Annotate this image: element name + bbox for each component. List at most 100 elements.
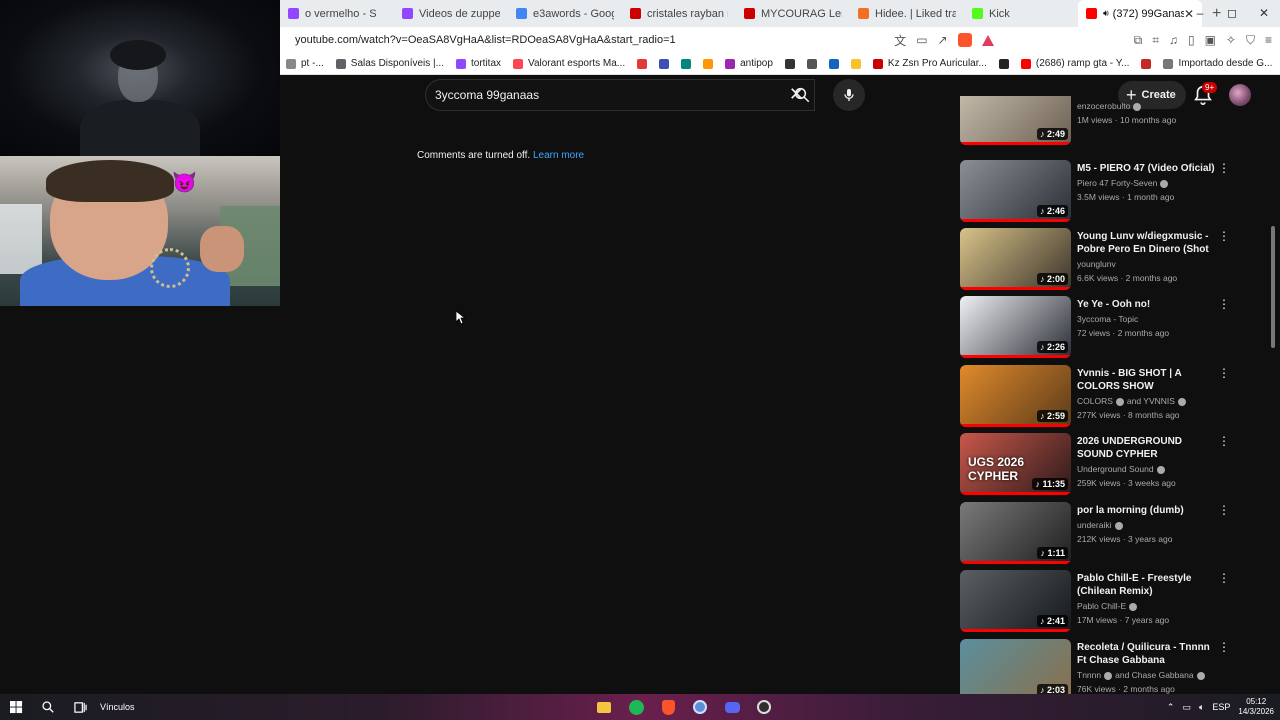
channel-name[interactable]: Piero 47 Forty-Seven bbox=[1077, 178, 1157, 188]
minimize-button[interactable]: – bbox=[1184, 0, 1216, 27]
bookmark-item[interactable] bbox=[993, 58, 1015, 69]
wallet-icon[interactable]: ▣ bbox=[1205, 33, 1216, 47]
bookmark-item[interactable]: pt -... bbox=[280, 58, 330, 69]
bookmark-item[interactable] bbox=[801, 58, 823, 69]
video-title[interactable]: Young Lunv w/diegxmusic - Pobre Pero En … bbox=[1077, 230, 1217, 256]
bookmark-item[interactable]: Salas Disponíveis |... bbox=[330, 58, 450, 69]
close-window-button[interactable]: ✕ bbox=[1248, 0, 1280, 27]
video-title[interactable]: 2026 UNDERGROUND SOUND CYPHER bbox=[1077, 435, 1217, 461]
video-title[interactable]: (Letra) bbox=[1077, 96, 1217, 98]
video-thumbnail[interactable]: ♪ 2:00 bbox=[960, 228, 1071, 290]
more-options-icon[interactable]: ⋮ bbox=[1218, 504, 1230, 517]
taskbar-search-button[interactable] bbox=[32, 694, 64, 720]
browser-tab[interactable]: Hidee. | Liked tracks o bbox=[850, 0, 964, 27]
obs-button[interactable] bbox=[748, 694, 780, 720]
browser-tab[interactable]: o vermelho - S bbox=[280, 0, 394, 27]
video-thumbnail[interactable]: ♪ 2:49 bbox=[960, 96, 1071, 145]
video-thumbnail[interactable]: ♪ 2:59 bbox=[960, 365, 1071, 427]
bookmark-item[interactable]: Kz Zsn Pro Auricular... bbox=[867, 58, 993, 69]
more-options-icon[interactable]: ⋮ bbox=[1218, 367, 1230, 380]
more-options-icon[interactable]: ⋮ bbox=[1218, 641, 1230, 654]
network-icon[interactable]: ▭ bbox=[1182, 702, 1191, 713]
related-video-item[interactable]: ♪ 2:49 (Letra) enzocerobulto 1M views · 10 … bbox=[960, 96, 1260, 149]
sidebar-icon[interactable]: ▯ bbox=[1188, 33, 1195, 47]
brave-browser-button[interactable] bbox=[652, 694, 684, 720]
bookmark-item[interactable] bbox=[631, 58, 653, 69]
channel-name[interactable]: Underground Sound bbox=[1077, 464, 1154, 474]
video-title[interactable]: M5 - PIERO 47 (Video Oficial) bbox=[1077, 162, 1217, 175]
channel-name-secondary[interactable]: and Chase Gabbana bbox=[1115, 670, 1193, 680]
more-options-icon[interactable]: ⋮ bbox=[1218, 298, 1230, 311]
video-title[interactable]: Pablo Chill-E - Freestyle (Chilean Remix… bbox=[1077, 572, 1217, 598]
screenshot-icon[interactable]: ⌗ bbox=[1152, 33, 1159, 48]
more-options-icon[interactable]: ⋮ bbox=[1218, 572, 1230, 585]
more-options-icon[interactable]: ⋮ bbox=[1218, 435, 1230, 448]
video-thumbnail[interactable]: ♪ 1:11 bbox=[960, 502, 1071, 564]
bookmark-item[interactable] bbox=[1135, 58, 1157, 69]
video-title[interactable]: Recoleta / Quilicura - Tnnnn Ft Chase Ga… bbox=[1077, 641, 1217, 667]
volume-icon[interactable]: 🔈︎ bbox=[1199, 702, 1204, 713]
brave-shields-icon[interactable] bbox=[957, 33, 972, 47]
bookmark-item[interactable] bbox=[675, 58, 697, 69]
video-title[interactable]: Yvnnis - BIG SHOT | A COLORS SHOW bbox=[1077, 367, 1217, 393]
related-video-item[interactable]: ♪ 2:00 Young Lunv w/diegxmusic - Pobre Pe… bbox=[960, 228, 1260, 294]
related-video-item[interactable]: ♪ 2:59 Yvnnis - BIG SHOT | A COLORS SHOW C… bbox=[960, 365, 1260, 431]
related-video-item[interactable]: ♪ 2:03 Recoleta / Quilicura - Tnnnn Ft Ch… bbox=[960, 639, 1260, 694]
task-view-button[interactable] bbox=[64, 694, 96, 720]
taskbar-toolbar-label[interactable]: Vínculos bbox=[100, 702, 135, 712]
bookmark-item[interactable] bbox=[845, 58, 867, 69]
language-indicator[interactable]: ESP bbox=[1212, 702, 1230, 712]
translate-icon[interactable]: 文 bbox=[894, 32, 906, 49]
voice-search-button[interactable] bbox=[833, 79, 865, 111]
video-thumbnail[interactable]: ♪ 2:03 bbox=[960, 639, 1071, 694]
search-input[interactable]: 3yccoma 99ganaas ✕ bbox=[425, 79, 815, 111]
channel-name[interactable]: COLORS bbox=[1077, 396, 1113, 406]
channel-name[interactable]: enzocerobulto bbox=[1077, 101, 1130, 111]
channel-name[interactable]: Tnnnn bbox=[1077, 670, 1101, 680]
channel-name-secondary[interactable]: and YVNNIS bbox=[1127, 396, 1175, 406]
channel-name[interactable]: Pablo Chill-E bbox=[1077, 601, 1126, 611]
maximize-button[interactable]: ◻ bbox=[1216, 0, 1248, 27]
url-text[interactable]: youtube.com/watch?v=OeaSA8VgHaA&list=RDO… bbox=[280, 34, 676, 46]
share-icon[interactable]: ↗ bbox=[938, 33, 948, 47]
video-thumbnail[interactable]: ♪ 2:41 bbox=[960, 570, 1071, 632]
video-title[interactable]: Ye Ye - Ooh no! bbox=[1077, 298, 1217, 311]
browser-tab[interactable]: Kick bbox=[964, 0, 1078, 27]
browser-tab[interactable]: cristales rayban meta bbox=[622, 0, 736, 27]
bookmark-item[interactable] bbox=[653, 58, 675, 69]
related-video-item[interactable]: ♪ 2:46 M5 - PIERO 47 (Video Oficial) Piero… bbox=[960, 160, 1260, 226]
related-video-item[interactable]: UGS 2026 CYPHER ♪ 11:35 2026 UNDERGROUND S… bbox=[960, 433, 1260, 499]
more-options-icon[interactable]: ⋮ bbox=[1218, 96, 1230, 98]
app-button[interactable] bbox=[684, 694, 716, 720]
channel-name[interactable]: 3yccoma - Topic bbox=[1077, 314, 1138, 324]
video-title[interactable]: por la morning (dumb) bbox=[1077, 504, 1217, 517]
channel-name[interactable]: underaiki bbox=[1077, 520, 1112, 530]
bookmark-item[interactable] bbox=[697, 58, 719, 69]
brave-rewards-icon[interactable] bbox=[981, 34, 994, 46]
bookmark-item[interactable] bbox=[779, 58, 801, 69]
leo-icon[interactable]: ✧ bbox=[1226, 33, 1236, 47]
bookmark-item[interactable]: tortitax bbox=[450, 58, 507, 69]
audio-playing-icon[interactable]: 🔊︎ bbox=[1103, 8, 1109, 19]
browser-tab[interactable]: Videos de zupperjiro bbox=[394, 0, 508, 27]
browser-tab[interactable]: MYCOURAG Lentes de bbox=[736, 0, 850, 27]
bookmark-item[interactable]: Importado desde G... bbox=[1157, 58, 1278, 69]
vpn-icon[interactable]: ⛉ bbox=[1246, 33, 1255, 48]
page-scrollbar[interactable] bbox=[1271, 226, 1275, 348]
taskbar-clock[interactable]: 05:12 14/3/2026 bbox=[1238, 697, 1274, 717]
related-video-item[interactable]: ♪ 2:41 Pablo Chill-E - Freestyle (Chilean… bbox=[960, 570, 1260, 636]
related-video-item[interactable]: ♪ 2:26 Ye Ye - Ooh no! 3yccoma - Topic 72 v… bbox=[960, 296, 1260, 362]
file-explorer-button[interactable] bbox=[588, 694, 620, 720]
video-thumbnail[interactable]: ♪ 2:46 bbox=[960, 160, 1071, 222]
spotify-button[interactable] bbox=[620, 694, 652, 720]
chevron-up-icon[interactable]: ⌃ bbox=[1167, 702, 1175, 713]
channel-name[interactable]: younglunv bbox=[1077, 259, 1116, 269]
discord-button[interactable] bbox=[716, 694, 748, 720]
bookmark-item[interactable] bbox=[823, 58, 845, 69]
more-options-icon[interactable]: ⋮ bbox=[1218, 162, 1230, 175]
video-thumbnail[interactable]: ♪ 2:26 bbox=[960, 296, 1071, 358]
learn-more-link[interactable]: Learn more bbox=[533, 150, 584, 161]
extensions-icon[interactable]: ⧉ bbox=[1134, 33, 1143, 48]
related-video-item[interactable]: ♪ 1:11 por la morning (dumb) underaiki 212K… bbox=[960, 502, 1260, 568]
search-button[interactable] bbox=[785, 79, 819, 111]
